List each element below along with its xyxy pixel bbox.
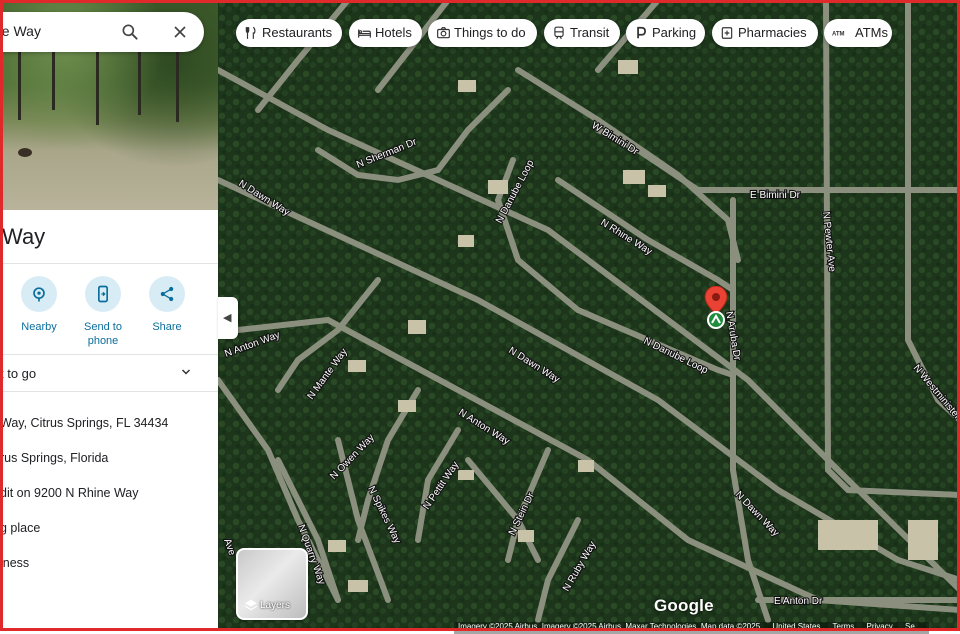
close-icon[interactable]	[170, 22, 190, 42]
divider	[0, 391, 218, 392]
nearby-button[interactable]: Nearby	[7, 276, 71, 334]
share-icon	[160, 286, 174, 302]
road-label: E Bimini Dr	[750, 190, 801, 201]
locality-row[interactable]: rus Springs, Florida	[0, 451, 108, 465]
share-label: Share	[152, 321, 182, 333]
road-label: E Anton Dr	[774, 596, 823, 607]
chevron-left-icon: ◀	[223, 312, 232, 324]
share-button[interactable]: Share	[135, 276, 199, 334]
chip-label: Things to do	[454, 25, 526, 40]
send-to-phone-button[interactable]: Send to phone	[71, 276, 135, 348]
search-input[interactable]: ne Way	[0, 23, 41, 39]
country-label[interactable]: United States	[772, 622, 820, 631]
chip-restaurants[interactable]: Restaurants	[236, 19, 342, 47]
chip-label: ATMs	[855, 25, 888, 40]
pharmacy-icon	[721, 27, 733, 39]
chip-label: Parking	[652, 25, 697, 40]
photo-stump	[18, 148, 32, 157]
suggest-edit-row[interactable]: dit on 9200 N Rhine Way	[0, 486, 139, 500]
directions-dropdown[interactable]: t to go	[0, 366, 36, 381]
search-icon[interactable]	[120, 22, 140, 42]
google-logo: Google	[654, 596, 714, 615]
bed-icon	[358, 29, 371, 38]
place-panel: ne Way Way Nearby Send to phone Share t …	[0, 0, 218, 631]
add-business-row[interactable]: iness	[0, 556, 29, 570]
layers-label: Layers	[260, 600, 291, 611]
chip-label: Pharmacies	[738, 25, 807, 40]
add-missing-place-row[interactable]: g place	[0, 521, 40, 535]
layers-icon	[244, 599, 258, 611]
location-pin[interactable]	[704, 285, 728, 337]
chip-label: Hotels	[375, 25, 412, 40]
layers-button[interactable]: Layers	[236, 548, 308, 620]
map-imagery[interactable]: N Sherman Dr N Dawn Way N Danube Loop W …	[218, 0, 960, 631]
chip-things-to-do[interactable]: Things to do	[428, 19, 537, 47]
atm-icon: ATM	[832, 31, 845, 37]
send-feedback-link[interactable]: Se	[905, 622, 915, 631]
chip-hotels[interactable]: Hotels	[349, 19, 422, 47]
chip-label: Transit	[570, 25, 610, 40]
camera-icon	[437, 27, 450, 39]
map-pin-icon	[704, 285, 728, 329]
satellite-map[interactable]: N Sherman Dr N Dawn Way N Danube Loop W …	[218, 0, 960, 631]
train-icon	[554, 26, 564, 40]
send-to-phone-label: Send to phone	[84, 321, 122, 347]
search-box[interactable]: ne Way	[0, 12, 204, 52]
chevron-down-icon[interactable]	[180, 366, 192, 378]
terms-link[interactable]: Terms	[833, 622, 855, 631]
map-attribution: Imagery ©2025 Airbus, Imagery ©2025 Airb…	[454, 622, 929, 634]
chip-label: Restaurants	[262, 25, 333, 40]
divider	[0, 263, 218, 264]
place-title: Way	[2, 224, 46, 249]
privacy-link[interactable]: Privacy	[867, 622, 893, 631]
address-row[interactable]: Way, Citrus Springs, FL 34434	[0, 416, 168, 430]
nearby-label: Nearby	[21, 321, 57, 333]
chip-atms[interactable]: ATM ATMs	[824, 19, 892, 47]
phone-icon	[98, 285, 108, 303]
chip-pharmacies[interactable]: Pharmacies	[712, 19, 818, 47]
divider	[0, 354, 218, 355]
chip-parking[interactable]: Parking	[626, 19, 705, 47]
imagery-credit: Imagery ©2025 Airbus, Imagery ©2025 Airb…	[458, 622, 761, 631]
collapse-panel-button[interactable]: ◀	[218, 297, 238, 339]
nearby-icon	[33, 287, 45, 302]
parking-icon	[637, 26, 646, 39]
fork-knife-icon	[245, 26, 256, 39]
chip-transit[interactable]: Transit	[544, 19, 620, 47]
svg-text:ATM: ATM	[832, 31, 845, 37]
